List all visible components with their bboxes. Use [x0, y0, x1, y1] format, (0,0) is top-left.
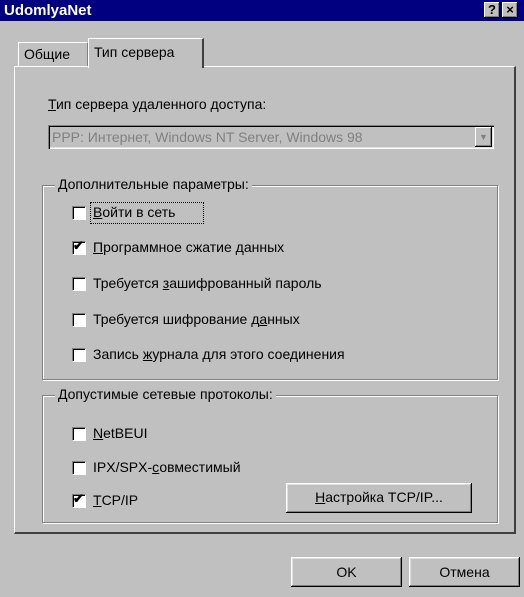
server-type-label-text: ип сервера удаленного доступа: — [55, 96, 267, 112]
tab-server-type[interactable]: Тип сервера — [88, 38, 204, 68]
window-title: UdomlyaNet — [4, 2, 92, 19]
require-encrypted-password-checkbox[interactable] — [72, 277, 85, 290]
require-data-encryption-label[interactable]: Требуется шифрование данных — [93, 311, 300, 327]
netbeui-label[interactable]: NetBEUI — [93, 425, 147, 441]
tcpip-label[interactable]: TCP/IP — [93, 492, 138, 508]
protocols-legend: Допустимые сетевые протоколы: — [55, 386, 276, 402]
title-bar[interactable]: UdomlyaNet ? × — [0, 0, 524, 21]
software-compression-checkbox[interactable]: ✔ — [72, 238, 85, 254]
ipx-spx-checkbox[interactable] — [72, 461, 85, 474]
log-connection-checkbox[interactable] — [72, 348, 85, 361]
cancel-button[interactable]: Отмена — [409, 557, 520, 587]
close-button[interactable]: × — [502, 2, 518, 18]
ok-button[interactable]: OK — [291, 557, 402, 587]
tab-general[interactable]: Общие — [18, 42, 88, 66]
software-compression-label[interactable]: Программное сжатие данных — [93, 239, 284, 255]
netbeui-checkbox[interactable] — [72, 427, 85, 440]
chevron-down-icon[interactable]: ▼ — [475, 127, 492, 147]
advanced-options-legend: Дополнительные параметры: — [55, 176, 252, 192]
log-connection-label[interactable]: Запись журнала для этого соединения — [93, 346, 345, 362]
tcpip-checkbox[interactable]: ✔ — [72, 491, 85, 507]
require-encrypted-password-label[interactable]: Требуется зашифрованный пароль — [93, 275, 322, 291]
server-type-label: Тип сервера удаленного доступа: — [48, 96, 266, 112]
focus-indicator — [90, 202, 204, 224]
login-network-checkbox[interactable] — [72, 206, 85, 219]
require-data-encryption-checkbox[interactable] — [72, 313, 85, 326]
ipx-spx-label[interactable]: IPX/SPX-совместимый — [93, 459, 241, 475]
server-type-selected-value: PPP: Интернет, Windows NT Server, Window… — [52, 129, 363, 145]
checkmark-icon: ✔ — [73, 238, 84, 253]
server-type-label-accel: Т — [48, 96, 56, 112]
checkmark-icon: ✔ — [73, 491, 84, 506]
server-type-dropdown[interactable]: PPP: Интернет, Windows NT Server, Window… — [48, 125, 494, 149]
tcpip-settings-button[interactable]: Настройка TCP/IP... — [286, 483, 472, 513]
help-button[interactable]: ? — [484, 2, 500, 18]
